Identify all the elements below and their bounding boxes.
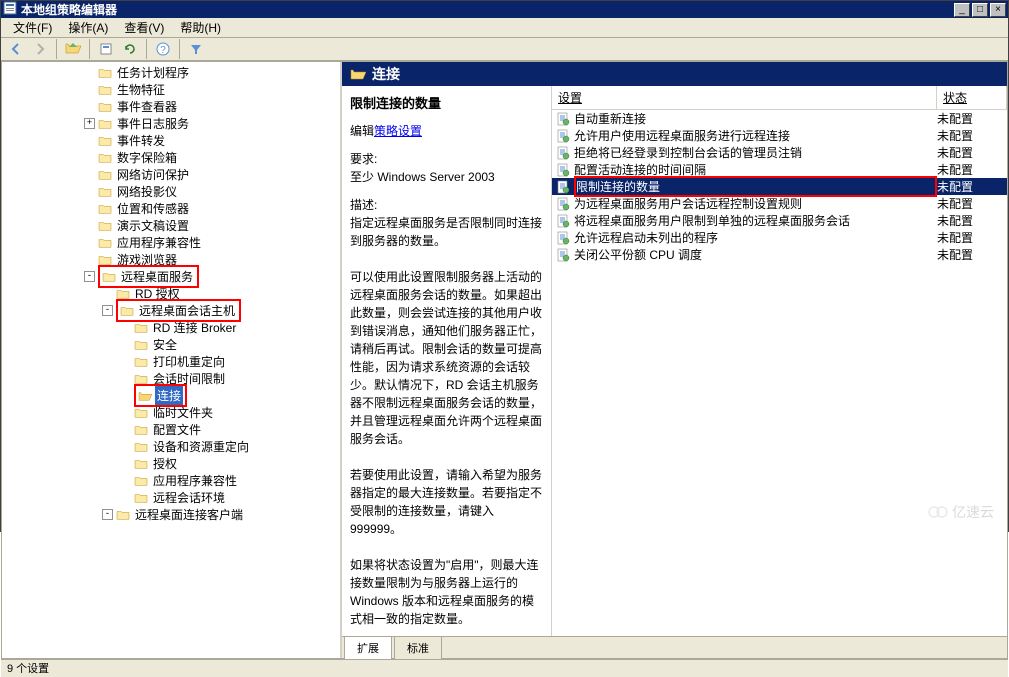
menu-view[interactable]: 查看(V)	[116, 17, 172, 38]
menu-action[interactable]: 操作(A)	[60, 17, 116, 38]
setting-name: 允许用户使用远程桌面服务进行远程连接	[574, 127, 937, 144]
panel-title: 连接	[372, 64, 400, 84]
settings-panel: 设置 状态 自动重新连接未配置允许用户使用远程桌面服务进行远程连接未配置拒绝将已…	[552, 86, 1007, 636]
setting-name: 为远程桌面服务用户会话远程控制设置规则	[574, 195, 937, 212]
policy-icon	[555, 196, 571, 212]
setting-name: 关闭公平份额 CPU 调度	[574, 246, 937, 263]
policy-icon	[555, 162, 571, 178]
menu-file[interactable]: 文件(F)	[5, 17, 60, 38]
maximize-button[interactable]: □	[972, 3, 988, 17]
setting-state: 未配置	[937, 144, 1007, 161]
setting-state: 未配置	[937, 127, 1007, 144]
edit-policy-link[interactable]: 策略设置	[374, 124, 422, 138]
policy-icon	[555, 128, 571, 144]
description-panel: 限制连接的数量 编辑策略设置 要求: 至少 Windows Server 200…	[342, 86, 552, 636]
settings-header: 设置 状态	[552, 86, 1007, 110]
folder-open-icon	[350, 67, 366, 81]
setting-row[interactable]: 允许远程启动未列出的程序未配置	[552, 229, 1007, 246]
setting-name: 将远程桌面服务用户限制到单独的远程桌面服务会话	[574, 212, 937, 229]
minimize-button[interactable]: _	[954, 3, 970, 17]
setting-state: 未配置	[937, 212, 1007, 229]
tabs-bar: 扩展 标准	[342, 636, 1007, 658]
forward-button[interactable]	[29, 38, 51, 60]
setting-name: 拒绝将已经登录到控制台会话的管理员注销	[574, 144, 937, 161]
tab-extended[interactable]: 扩展	[344, 637, 392, 660]
setting-row[interactable]: 拒绝将已经登录到控制台会话的管理员注销未配置	[552, 144, 1007, 161]
policy-title: 限制连接的数量	[350, 94, 543, 114]
title-bar: 本地组策略编辑器 _ □ ×	[1, 1, 1008, 18]
refresh-button[interactable]	[119, 38, 141, 60]
setting-row[interactable]: 允许用户使用远程桌面服务进行远程连接未配置	[552, 127, 1007, 144]
desc-body: 指定远程桌面服务是否限制同时连接到服务器的数量。 可以使用此设置限制服务器上活动…	[350, 214, 543, 628]
tool-bar: ?	[1, 38, 1008, 61]
collapse-toggle[interactable]: -	[84, 271, 95, 282]
settings-list[interactable]: 自动重新连接未配置允许用户使用远程桌面服务进行远程连接未配置拒绝将已经登录到控制…	[552, 110, 1007, 636]
setting-row[interactable]: 为远程桌面服务用户会话远程控制设置规则未配置	[552, 195, 1007, 212]
setting-state: 未配置	[937, 229, 1007, 246]
setting-state: 未配置	[937, 195, 1007, 212]
tree-panel[interactable]: 任务计划程序 生物特征 事件查看器 +事件日志服务 事件转发 数字保险箱 网络访…	[2, 62, 342, 658]
policy-icon	[555, 247, 571, 263]
tab-standard[interactable]: 标准	[394, 637, 442, 660]
back-button[interactable]	[5, 38, 27, 60]
app-icon	[3, 1, 17, 18]
menu-bar: 文件(F) 操作(A) 查看(V) 帮助(H)	[1, 18, 1008, 38]
watermark: 亿速云	[928, 502, 994, 522]
col-state[interactable]: 状态	[937, 86, 1007, 109]
setting-state: 未配置	[937, 246, 1007, 263]
status-bar: 9 个设置	[1, 659, 1008, 677]
policy-icon	[555, 230, 571, 246]
setting-state: 未配置	[937, 178, 1007, 195]
menu-help[interactable]: 帮助(H)	[172, 17, 229, 38]
setting-row[interactable]: 自动重新连接未配置	[552, 110, 1007, 127]
req-label: 要求:	[350, 150, 543, 168]
req-value: 至少 Windows Server 2003	[350, 168, 543, 186]
setting-row[interactable]: 限制连接的数量未配置	[552, 178, 1007, 195]
setting-name: 允许远程启动未列出的程序	[574, 229, 937, 246]
close-button[interactable]: ×	[990, 3, 1006, 17]
help-button[interactable]: ?	[152, 38, 174, 60]
setting-name: 限制连接的数量	[574, 176, 937, 197]
setting-state: 未配置	[937, 110, 1007, 127]
collapse-toggle[interactable]: -	[102, 509, 113, 520]
setting-row[interactable]: 关闭公平份额 CPU 调度未配置	[552, 246, 1007, 263]
setting-name: 自动重新连接	[574, 110, 937, 127]
up-button[interactable]	[62, 38, 84, 60]
policy-icon	[555, 213, 571, 229]
expand-toggle[interactable]: +	[84, 118, 95, 129]
svg-text:?: ?	[160, 45, 166, 56]
desc-label: 描述:	[350, 196, 543, 214]
filter-button[interactable]	[185, 38, 207, 60]
setting-state: 未配置	[937, 161, 1007, 178]
header-band: 连接	[342, 62, 1007, 86]
policy-icon	[555, 179, 571, 195]
setting-row[interactable]: 将远程桌面服务用户限制到单独的远程桌面服务会话未配置	[552, 212, 1007, 229]
policy-icon	[555, 145, 571, 161]
window-title: 本地组策略编辑器	[21, 1, 954, 18]
policy-icon	[555, 111, 571, 127]
collapse-toggle[interactable]: -	[102, 305, 113, 316]
details-panel: 连接 限制连接的数量 编辑策略设置 要求: 至少 Windows Server …	[342, 62, 1007, 658]
col-setting[interactable]: 设置	[552, 86, 937, 109]
properties-button[interactable]	[95, 38, 117, 60]
tree-node[interactable]: 远程桌面连接客户端	[133, 505, 245, 524]
status-text: 9 个设置	[7, 660, 49, 676]
